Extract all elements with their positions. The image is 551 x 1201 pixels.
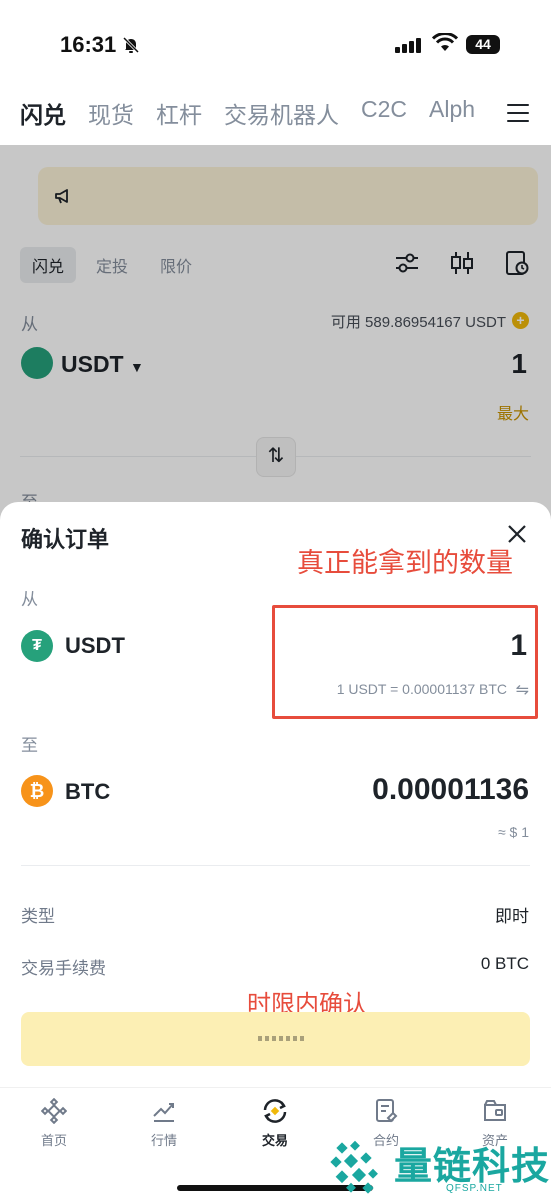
tab-trade-label: 交易 xyxy=(261,1133,288,1148)
type-value: 即时 xyxy=(495,907,529,926)
sheet-title: 确认订单 xyxy=(21,527,110,552)
sheet-to-coin: BTC xyxy=(65,779,111,804)
tab-markets-label: 行情 xyxy=(150,1133,177,1148)
loading-dots-icon xyxy=(258,1036,304,1041)
usdt-coin-icon: ₮ xyxy=(21,630,53,662)
battery-indicator: 44 xyxy=(466,35,500,54)
type-label: 类型 xyxy=(21,907,55,926)
tab-markets[interactable]: 行情 xyxy=(129,1098,199,1149)
futures-document-icon xyxy=(376,1099,398,1123)
watermark-url: QFSP.NET xyxy=(446,1183,503,1194)
btc-coin-icon: ₿ xyxy=(21,775,53,807)
trend-chart-icon xyxy=(153,1103,174,1122)
trade-exchange-icon xyxy=(263,1099,287,1123)
wifi-icon xyxy=(432,33,458,51)
top-tab-trading-bots[interactable]: 交易机器人 xyxy=(224,96,339,136)
status-time: 16:31 xyxy=(60,32,117,57)
top-tab-spot[interactable]: 现货 xyxy=(88,96,134,136)
tab-trade[interactable]: 交易 xyxy=(240,1098,310,1149)
sheet-from-amount: 1 xyxy=(510,629,527,662)
sheet-to-label: 至 xyxy=(21,736,38,755)
rate-switch-icon[interactable]: ⇋ xyxy=(516,680,529,700)
top-tab-c2c[interactable]: C2C xyxy=(361,96,407,136)
menu-icon[interactable] xyxy=(507,104,529,122)
fee-value: 0 BTC xyxy=(480,954,529,973)
sheet-to-amount: 0.00001136 xyxy=(372,773,529,806)
usd-value: ≈ $ 1 xyxy=(497,824,529,840)
top-tab-flash-swap[interactable]: 闪兑 xyxy=(20,96,66,136)
sheet-from-label: 从 xyxy=(21,590,38,609)
divider xyxy=(21,865,530,866)
annotation-highlight-box xyxy=(272,605,538,719)
home-logo-icon xyxy=(41,1098,67,1124)
wallet-icon xyxy=(484,1100,506,1121)
annotation-actual-amount: 真正能拿到的数量 xyxy=(297,548,513,578)
fee-label: 交易手续费 xyxy=(21,959,106,978)
top-tab-alpha[interactable]: Alph xyxy=(429,96,475,136)
tab-home[interactable]: 首页 xyxy=(19,1098,89,1149)
bell-muted-icon xyxy=(122,36,140,54)
exchange-rate: 1 USDT = 0.00001137 BTC xyxy=(336,681,507,697)
tab-home-label: 首页 xyxy=(40,1133,67,1148)
cellular-signal-icon xyxy=(395,38,421,53)
top-tab-margin[interactable]: 杠杆 xyxy=(156,96,202,136)
top-nav: 闪兑 现货 杠杆 交易机器人 C2C Alph xyxy=(20,96,551,136)
watermark-text: 量链科技 xyxy=(394,1146,551,1188)
watermark-logo-icon xyxy=(330,1140,378,1194)
sheet-from-coin: USDT xyxy=(65,633,125,658)
